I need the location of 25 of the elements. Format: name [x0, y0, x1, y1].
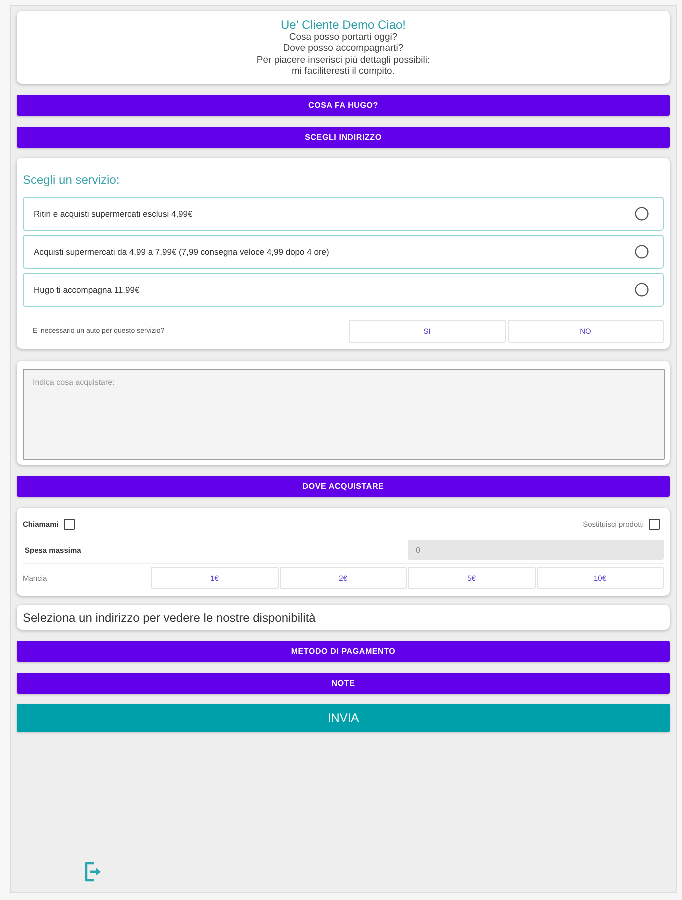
greeting-line: Dove posso accompagnarti?: [282, 43, 405, 55]
greeting-line: Cosa posso portarti oggi?: [288, 32, 399, 44]
menu-button[interactable]: SCEGLI INDIRIZZO: [17, 127, 670, 148]
menu-button[interactable]: COSA FA HUGO?: [17, 95, 670, 116]
service-option-label: Hugo ti accompagna 11,99€: [34, 285, 140, 295]
notice-text: Seleziona un indirizzo per vedere le nostre disponibilità: [23, 610, 316, 624]
service-option[interactable]: Ritiri e acquisti supermercati esclusi 4,99€: [23, 197, 664, 231]
service-option[interactable]: Hugo ti accompagna 11,99€: [23, 273, 664, 307]
greeting-line: Per piacere inserisci più dettagli possibili:: [256, 54, 432, 66]
service-heading: Scegli un servizio:: [23, 172, 121, 188]
greeting-line: mi faciliteresti il compito.: [291, 66, 396, 78]
service-option[interactable]: Acquisti supermercati da 4,99 a 7,99€ (7,99 consegna veloce 4,99 dopo 4 ore): [23, 235, 664, 269]
service-option-label: Ritiri e acquisti supermercati esclusi 4,99€: [34, 209, 193, 219]
checkbox[interactable]: [649, 518, 660, 530]
menu-button[interactable]: NOTE: [17, 673, 670, 694]
menu-button[interactable]: METODO DI PAGAMENTO: [17, 641, 670, 662]
greeting-title: Ue' Cliente Demo Ciao!: [280, 18, 407, 32]
radio-icon[interactable]: [635, 283, 649, 297]
exit-icon[interactable]: [84, 862, 102, 882]
checkbox[interactable]: [64, 518, 75, 530]
radio-icon[interactable]: [635, 245, 649, 259]
shop-button[interactable]: DOVE ACQUISTARE: [17, 476, 670, 497]
service-option-label: Acquisti supermercati da 4,99 a 7,99€ (7,99 consegna veloce 4,99 dopo 4 ore): [34, 247, 330, 257]
radio-icon[interactable]: [635, 207, 649, 221]
shopping-list-field[interactable]: Indica cosa acquistare:: [23, 369, 665, 460]
